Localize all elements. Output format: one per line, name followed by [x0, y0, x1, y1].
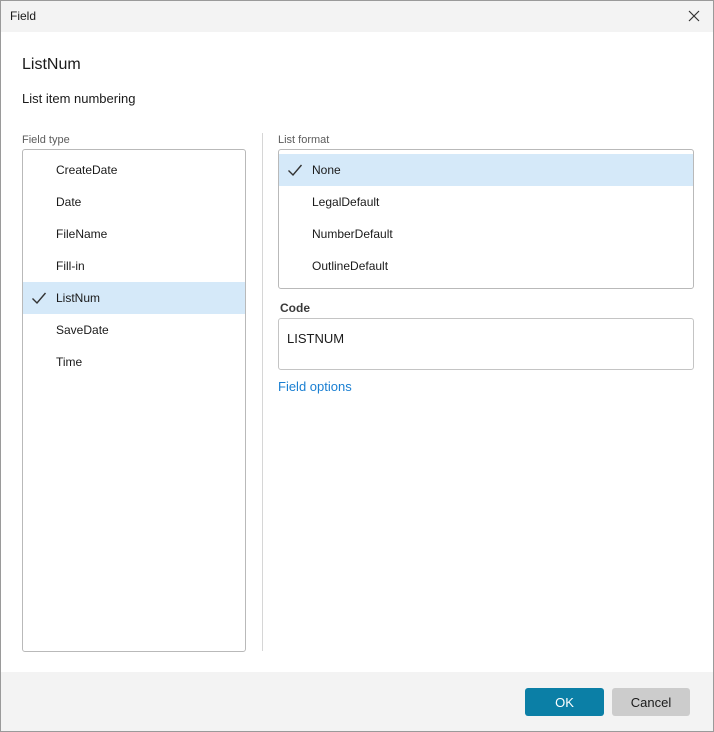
panel-divider — [262, 133, 263, 651]
field-type-item-label: Time — [56, 355, 83, 369]
field-type-item-label: Date — [56, 195, 82, 209]
field-type-listbox[interactable]: CreateDate Date FileName Fill-in ListNum Save… — [22, 149, 246, 652]
field-type-item-label: Fill-in — [56, 259, 85, 273]
field-type-item-label: CreateDate — [56, 163, 118, 177]
field-name-heading: ListNum — [22, 56, 81, 73]
cancel-button[interactable]: Cancel — [612, 688, 690, 716]
field-type-item[interactable]: SaveDate — [23, 314, 245, 346]
field-type-item-label: ListNum — [56, 291, 101, 305]
field-type-item[interactable]: Time — [23, 346, 245, 378]
checkmark-icon — [288, 164, 303, 177]
field-description: List item numbering — [22, 91, 136, 106]
code-field[interactable]: LISTNUM — [278, 318, 694, 370]
list-format-item-label: NumberDefault — [312, 227, 393, 241]
field-type-label: Field type — [22, 134, 70, 146]
ok-button[interactable]: OK — [525, 688, 604, 716]
list-format-item-label: None — [312, 163, 341, 177]
list-format-item-label: OutlineDefault — [312, 259, 389, 273]
field-type-item[interactable]: FileName — [23, 218, 245, 250]
title-bar: Field — [1, 1, 713, 32]
field-type-item[interactable]: Fill-in — [23, 250, 245, 282]
list-format-listbox[interactable]: None LegalDefault NumberDefault OutlineDefa… — [278, 149, 694, 289]
checkmark-icon — [32, 292, 47, 305]
list-format-item[interactable]: LegalDefault — [279, 186, 693, 218]
close-button[interactable] — [681, 4, 707, 28]
field-type-item[interactable]: Date — [23, 186, 245, 218]
field-dialog: Field ListNum List item numbering Field … — [0, 0, 714, 732]
list-format-item[interactable]: NumberDefault — [279, 218, 693, 250]
dialog-footer: OK Cancel — [1, 672, 713, 731]
field-type-item[interactable]: CreateDate — [23, 154, 245, 186]
field-type-item[interactable]: ListNum — [23, 282, 245, 314]
list-format-item-label: LegalDefault — [312, 195, 380, 209]
field-options-link[interactable]: Field options — [278, 379, 352, 394]
list-format-item[interactable]: OutlineDefault — [279, 250, 693, 282]
list-format-item[interactable]: None — [279, 154, 693, 186]
code-label: Code — [280, 301, 310, 315]
field-type-item-label: FileName — [56, 227, 108, 241]
window-title: Field — [10, 9, 37, 23]
close-icon — [688, 10, 700, 22]
field-type-item-label: SaveDate — [56, 323, 109, 337]
list-format-label: List format — [278, 134, 330, 146]
